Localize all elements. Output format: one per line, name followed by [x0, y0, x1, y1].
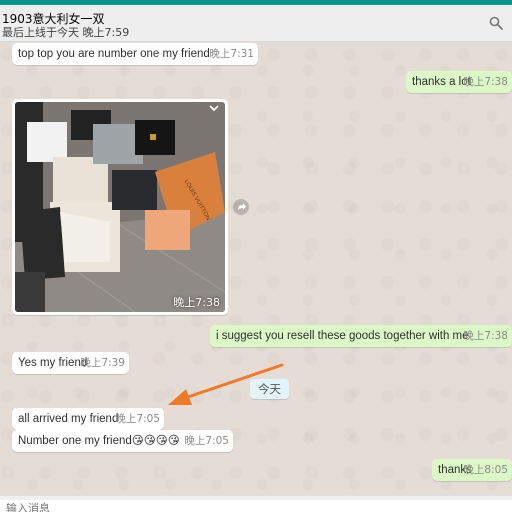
- photo-image[interactable]: LOUIS VUITTON: [15, 102, 225, 312]
- message-text: i suggest you resell these goods togethe…: [216, 330, 469, 342]
- message-input[interactable]: [0, 500, 512, 512]
- composer-bar: [0, 495, 512, 512]
- chevron-down-icon[interactable]: [208, 103, 220, 113]
- message-bubble-outgoing[interactable]: thanks a lot 晚上7:38: [406, 71, 512, 93]
- message-bubble-outgoing[interactable]: i suggest you resell these goods togethe…: [210, 325, 512, 347]
- message-time: 晚上7:05: [184, 435, 229, 447]
- message-bubble-incoming[interactable]: top top you are number one my friend 晚上7…: [12, 43, 258, 65]
- image-message[interactable]: LOUIS VUITTON 晚上7:38: [12, 99, 228, 315]
- message-text: thanks a lot: [412, 76, 471, 88]
- message-time: 晚上7:38: [173, 296, 220, 309]
- message-text: Number one my friend😘😘😘😘: [18, 435, 180, 447]
- message-time: 晚上8:05: [463, 464, 508, 476]
- message-text: top top you are number one my friend: [18, 48, 210, 60]
- message-time: 晚上7:38: [463, 76, 508, 88]
- message-bubble-incoming[interactable]: Number one my friend😘😘😘😘 晚上7:05: [12, 430, 233, 452]
- forward-icon[interactable]: [233, 199, 249, 215]
- message-bubble-incoming[interactable]: all arrived my friend 晚上7:05: [12, 408, 164, 430]
- message-bubble-outgoing[interactable]: thanks 晚上8:05: [432, 459, 512, 481]
- message-text: Yes my friend: [18, 357, 88, 369]
- message-time: 晚上7:31: [209, 48, 254, 60]
- message-time: 晚上7:05: [115, 413, 160, 425]
- message-time: 晚上7:38: [463, 330, 508, 342]
- search-icon[interactable]: [489, 16, 503, 30]
- last-seen-status: 最后上线于今天 晚上7:59: [2, 26, 130, 39]
- message-text: all arrived my friend: [18, 413, 119, 425]
- share-arrow-icon: [238, 203, 246, 210]
- message-time: 晚上7:39: [80, 357, 125, 369]
- message-bubble-incoming[interactable]: Yes my friend 晚上7:39: [12, 352, 129, 374]
- annotation-arrow-icon: [168, 363, 284, 405]
- message-list[interactable]: top top you are number one my friend 晚上7…: [0, 43, 512, 495]
- chat-header[interactable]: 1903意大利女一双 最后上线于今天 晚上7:59: [0, 5, 512, 42]
